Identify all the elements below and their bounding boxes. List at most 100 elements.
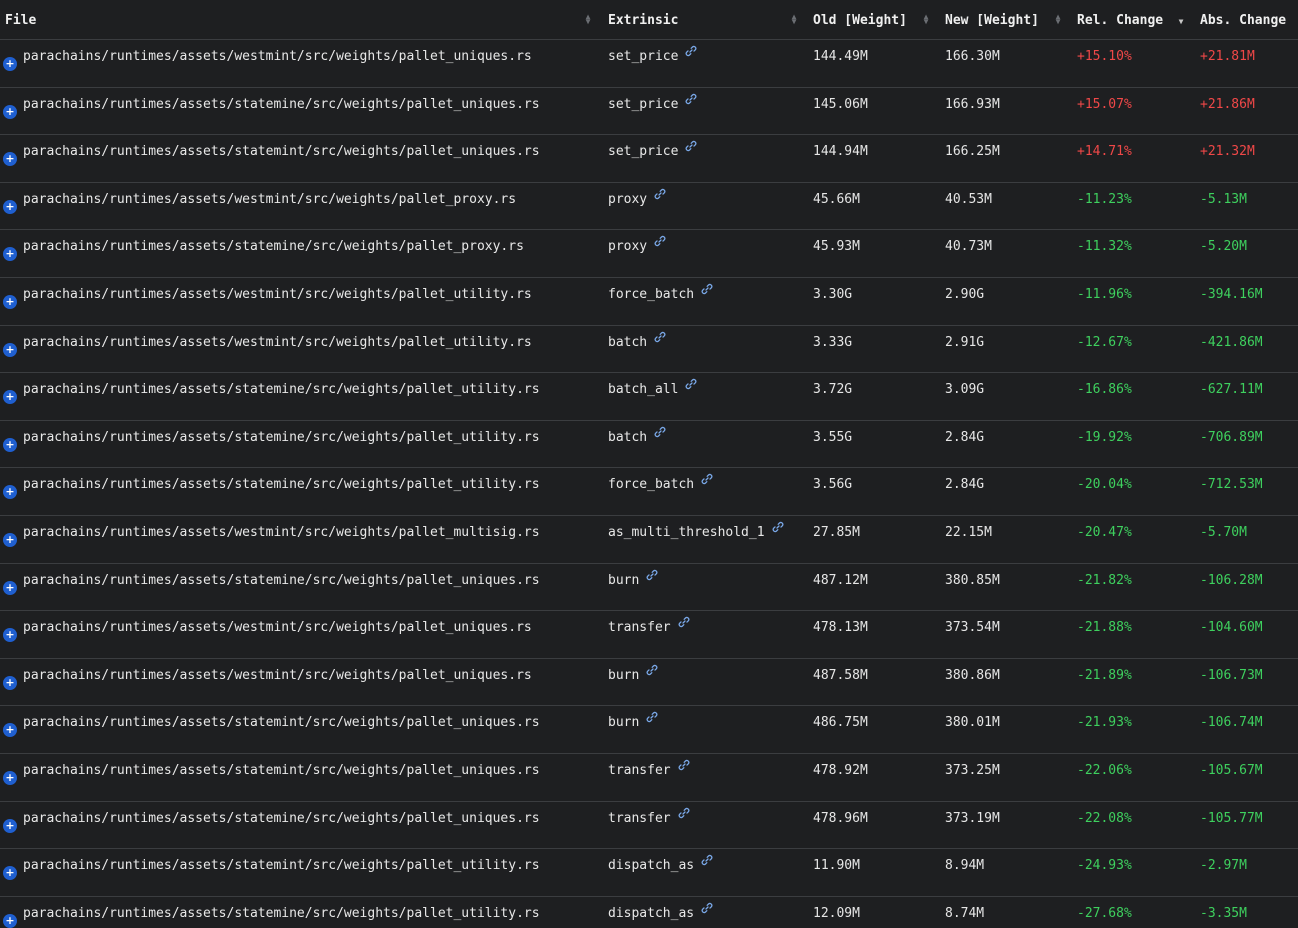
extrinsic-name: force_batch bbox=[608, 286, 695, 302]
link-icon[interactable] bbox=[772, 521, 784, 537]
abs-change: -394.16M bbox=[1200, 286, 1263, 302]
extrinsic-name: as_multi_threshold_1 bbox=[608, 524, 765, 540]
table-row: + parachains/runtimes/assets/statemine/sr… bbox=[0, 421, 1298, 469]
expand-icon[interactable]: + bbox=[3, 342, 17, 357]
sort-arrows-icon[interactable]: ▲ ▼ bbox=[1054, 13, 1062, 26]
sort-arrows-icon[interactable]: ▲ ▼ bbox=[584, 13, 592, 26]
expand-icon[interactable]: + bbox=[3, 913, 17, 928]
expand-icon[interactable]: + bbox=[3, 818, 17, 833]
table-row: + parachains/runtimes/assets/westmint/src… bbox=[0, 40, 1298, 88]
file-path: parachains/runtimes/assets/statemine/src… bbox=[23, 477, 540, 493]
extrinsic-cell: transfer bbox=[608, 759, 690, 779]
column-header-extrinsic[interactable]: Extrinsic bbox=[608, 13, 678, 28]
abs-change: -106.74M bbox=[1200, 715, 1263, 731]
expand-icon[interactable]: + bbox=[3, 675, 17, 690]
column-header-abs-change[interactable]: Abs. Change bbox=[1200, 13, 1286, 28]
extrinsic-name: transfer bbox=[608, 620, 671, 636]
link-icon[interactable] bbox=[646, 569, 658, 585]
abs-change: -3.35M bbox=[1200, 905, 1247, 921]
file-path: parachains/runtimes/assets/westmint/src/… bbox=[23, 620, 532, 636]
column-header-new-weight[interactable]: New [Weight] bbox=[945, 13, 1039, 28]
new-weight: 8.74M bbox=[945, 905, 985, 921]
abs-change: -104.60M bbox=[1200, 620, 1263, 636]
rel-change: -11.32% bbox=[1077, 239, 1132, 255]
extrinsic-cell: proxy bbox=[608, 236, 666, 255]
column-header-rel-change[interactable]: Rel. Change bbox=[1077, 13, 1163, 28]
old-weight: 45.66M bbox=[813, 191, 860, 207]
sort-arrows-icon[interactable]: ▲ ▼ bbox=[790, 13, 798, 26]
link-icon[interactable] bbox=[654, 188, 666, 204]
new-weight: 2.91G bbox=[945, 334, 985, 350]
expand-icon[interactable]: + bbox=[3, 57, 17, 71]
expand-icon[interactable]: + bbox=[3, 628, 17, 643]
file-path: parachains/runtimes/assets/statemine/src… bbox=[23, 96, 540, 112]
link-icon[interactable] bbox=[646, 664, 658, 680]
new-weight: 8.94M bbox=[945, 858, 985, 874]
expand-icon[interactable]: + bbox=[3, 247, 17, 262]
expand-icon[interactable]: + bbox=[3, 532, 17, 547]
table-row: + parachains/runtimes/assets/statemine/sr… bbox=[0, 373, 1298, 421]
abs-change: -5.70M bbox=[1200, 524, 1247, 540]
table-row: + parachains/runtimes/assets/westmint/src… bbox=[0, 326, 1298, 374]
expand-icon[interactable]: + bbox=[3, 294, 17, 309]
expand-icon[interactable]: + bbox=[3, 152, 17, 167]
expand-icon[interactable]: + bbox=[3, 104, 17, 119]
expand-icon[interactable]: + bbox=[3, 437, 17, 452]
abs-change: +21.86M bbox=[1200, 96, 1255, 112]
abs-change: -712.53M bbox=[1200, 477, 1263, 493]
expand-icon[interactable]: + bbox=[3, 770, 17, 785]
expand-icon[interactable]: + bbox=[3, 199, 17, 214]
extrinsic-name: force_batch bbox=[608, 477, 695, 493]
file-path: parachains/runtimes/assets/westmint/src/… bbox=[23, 667, 532, 683]
column-header-old-weight[interactable]: Old [Weight] bbox=[813, 13, 907, 28]
extrinsic-name: batch bbox=[608, 334, 648, 350]
new-weight: 380.01M bbox=[945, 715, 1000, 731]
old-weight: 11.90M bbox=[813, 858, 860, 874]
file-path: parachains/runtimes/assets/statemine/src… bbox=[23, 572, 540, 588]
link-icon[interactable] bbox=[685, 93, 697, 109]
new-weight: 166.93M bbox=[945, 96, 1000, 112]
link-icon[interactable] bbox=[701, 283, 713, 299]
link-icon[interactable] bbox=[678, 807, 690, 823]
expand-icon[interactable]: + bbox=[3, 390, 17, 405]
old-weight: 3.30G bbox=[813, 286, 853, 302]
new-weight: 2.84G bbox=[945, 477, 985, 493]
link-icon[interactable] bbox=[654, 331, 666, 347]
link-icon[interactable] bbox=[654, 426, 666, 442]
extrinsic-cell: burn bbox=[608, 712, 658, 731]
link-icon[interactable] bbox=[701, 854, 713, 870]
extrinsic-name: burn bbox=[608, 715, 640, 731]
link-icon[interactable] bbox=[685, 140, 697, 156]
link-icon[interactable] bbox=[654, 235, 666, 251]
abs-change: +21.32M bbox=[1200, 144, 1255, 160]
rel-change: -11.96% bbox=[1077, 286, 1132, 302]
extrinsic-name: set_price bbox=[608, 49, 679, 64]
expand-icon[interactable]: + bbox=[3, 580, 17, 595]
table-row: + parachains/runtimes/assets/statemine/sr… bbox=[0, 897, 1298, 928]
new-weight: 373.19M bbox=[945, 810, 1000, 826]
sort-down-icon[interactable]: ▲ ▼ bbox=[1177, 13, 1185, 26]
abs-change: -106.28M bbox=[1200, 572, 1263, 588]
link-icon[interactable] bbox=[701, 473, 713, 489]
new-weight: 2.84G bbox=[945, 429, 985, 445]
rel-change: -21.89% bbox=[1077, 667, 1132, 683]
extrinsic-cell: dispatch_as bbox=[608, 902, 713, 922]
link-icon[interactable] bbox=[678, 616, 690, 632]
expand-icon[interactable]: + bbox=[3, 723, 17, 738]
link-icon[interactable] bbox=[685, 45, 697, 61]
sort-arrows-icon[interactable]: ▲ ▼ bbox=[922, 13, 930, 26]
column-header-file[interactable]: File bbox=[5, 13, 36, 28]
file-path: parachains/runtimes/assets/westmint/src/… bbox=[23, 524, 540, 540]
extrinsic-cell: as_multi_threshold_1 bbox=[608, 521, 784, 541]
old-weight: 12.09M bbox=[813, 905, 860, 921]
link-icon[interactable] bbox=[678, 759, 690, 775]
expand-icon[interactable]: + bbox=[3, 866, 17, 881]
rel-change: -19.92% bbox=[1077, 429, 1132, 445]
file-path: parachains/runtimes/assets/statemint/src… bbox=[23, 858, 540, 874]
extrinsic-cell: force_batch bbox=[608, 283, 713, 303]
link-icon[interactable] bbox=[646, 711, 658, 727]
link-icon[interactable] bbox=[685, 378, 697, 394]
expand-icon[interactable]: + bbox=[3, 485, 17, 500]
link-icon[interactable] bbox=[701, 902, 713, 918]
table-row: + parachains/runtimes/assets/statemine/sr… bbox=[0, 468, 1298, 516]
